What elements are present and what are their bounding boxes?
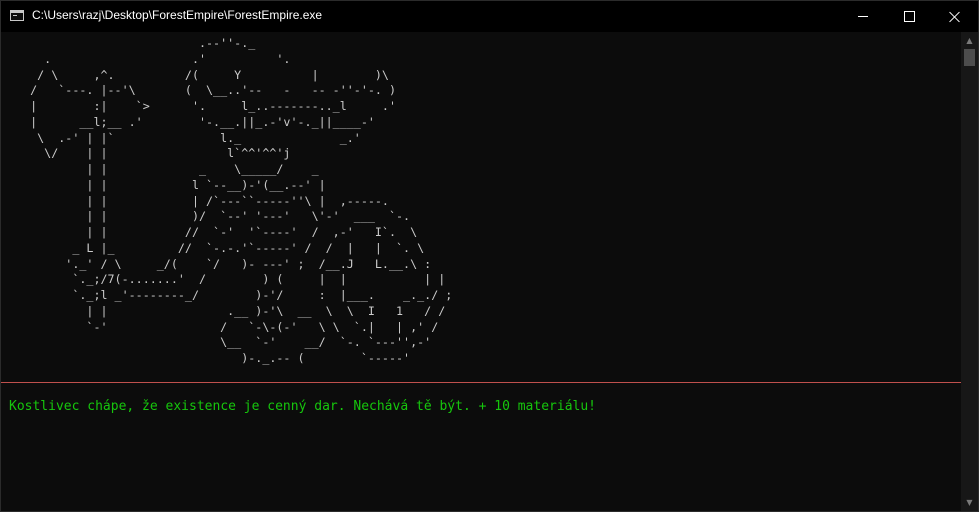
maximize-button[interactable] (886, 1, 932, 32)
console-app-icon (10, 10, 24, 21)
minimize-button[interactable] (840, 1, 886, 32)
separator-line (1, 382, 961, 383)
vertical-scrollbar[interactable]: ▲ ▼ (961, 32, 978, 511)
scroll-thumb[interactable] (964, 49, 975, 66)
scroll-down-arrow-icon[interactable]: ▼ (961, 494, 978, 511)
console-window: C:\Users\razj\Desktop\ForestEmpire\Fores… (0, 0, 979, 512)
title-bar[interactable]: C:\Users\razj\Desktop\ForestEmpire\Fores… (1, 1, 978, 32)
scroll-up-arrow-icon[interactable]: ▲ (961, 32, 978, 49)
console-output[interactable]: .--''-._ . .' '. / \ ,^. /( Y | )\ / `--… (1, 32, 961, 511)
minimize-icon (858, 16, 868, 17)
maximize-icon (903, 11, 915, 22)
close-button[interactable] (932, 1, 978, 32)
game-message: Kostlivec chápe, že existence je cenný d… (9, 399, 596, 414)
close-icon (949, 11, 961, 23)
ascii-art-skeleton-warrior: .--''-._ . .' '. / \ ,^. /( Y | )\ / `--… (30, 36, 453, 365)
window-title: C:\Users\razj\Desktop\ForestEmpire\Fores… (32, 8, 323, 22)
